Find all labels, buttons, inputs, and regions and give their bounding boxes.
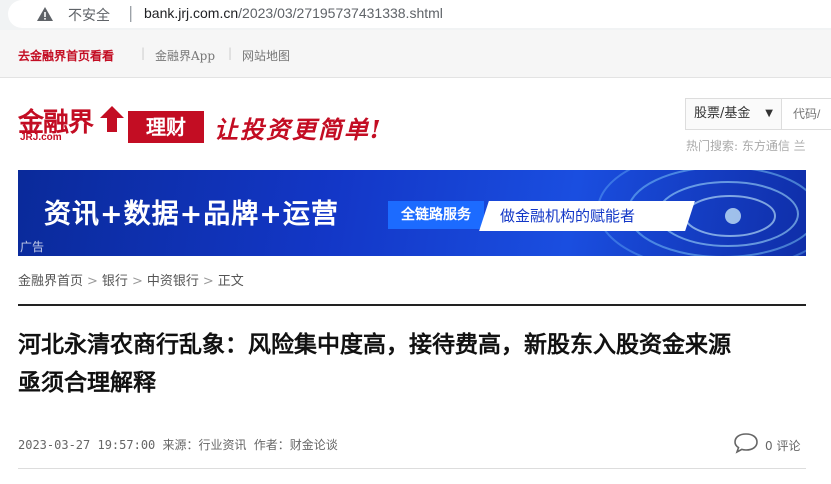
jrj-logo[interactable]: 金融界 JRJ.com	[18, 102, 124, 148]
breadcrumb-current: 正文	[217, 274, 244, 289]
chevron-right-icon: >	[87, 274, 98, 289]
hot-search[interactable]: 热门搜索: 东方通信 兰	[686, 137, 806, 154]
nav-link-app[interactable]: 金融界App	[155, 47, 215, 64]
site-top-nav: 去金融界首页看看 | 金融界App | 网站地图	[0, 30, 831, 78]
publish-time: 2023-03-27 19:57:00	[18, 438, 156, 452]
ad-banner[interactable]: 资讯+数据+品牌+运营 全链路服务 做金融机构的赋能者 广告	[18, 170, 806, 256]
author-name: 财金论谈	[289, 438, 338, 452]
article-title-line1: 河北永清农商行乱象：风险集中度高，接待费高，新股东入股资金来源	[18, 332, 731, 358]
breadcrumb-home[interactable]: 金融界首页	[18, 274, 83, 289]
divider	[18, 468, 806, 469]
author-label: 作者：	[253, 438, 290, 452]
source-name: 行业资讯	[198, 438, 247, 452]
nav-link-homepage[interactable]: 去金融界首页看看	[18, 47, 114, 64]
banner-badge: 全链路服务	[388, 201, 484, 229]
source-label: 来源：	[162, 438, 199, 452]
browser-address-bar: 不安全 | bank.jrj.com.cn/2023/03/2719573743…	[0, 0, 831, 30]
search-type-value: 股票/基金	[694, 106, 751, 121]
comment-bubble-icon	[734, 433, 758, 454]
omnibox[interactable]: 不安全 | bank.jrj.com.cn/2023/03/2719573743…	[8, 0, 831, 28]
search-box: 股票/基金 ▼	[685, 98, 831, 130]
slogan: 让投资更简单!	[214, 115, 383, 144]
url-host: bank.jrj.com.cn	[144, 5, 239, 21]
warning-icon[interactable]	[36, 5, 54, 23]
nav-divider: |	[228, 46, 233, 60]
nav-link-sitemap[interactable]: 网站地图	[242, 47, 290, 64]
comment-count-label: 评论	[776, 439, 801, 453]
search-input[interactable]	[783, 99, 831, 129]
url-path: /2023/03/27195737431338.shtml	[238, 5, 443, 21]
search-type-select[interactable]: 股票/基金 ▼	[686, 99, 782, 129]
breadcrumb: 金融界首页 > 银行 > 中资银行 > 正文	[18, 270, 244, 289]
article-meta: 2023-03-27 19:57:00 来源：行业资讯 作者：财金论谈	[18, 436, 338, 453]
chevron-right-icon: >	[131, 274, 143, 289]
logo-arrow-icon	[100, 106, 124, 132]
address-divider: |	[128, 3, 134, 22]
chevron-down-icon: ▼	[765, 108, 773, 119]
breadcrumb-domestic-bank[interactable]: 中资银行	[147, 274, 199, 289]
article-title-line2: 亟须合理解释	[18, 370, 156, 396]
divider	[18, 304, 806, 306]
banner-tagline: 做金融机构的赋能者	[479, 201, 695, 231]
logo-en-text: JRJ.com	[20, 132, 62, 143]
breadcrumb-bank[interactable]: 银行	[102, 274, 128, 289]
comment-count-number: 0	[765, 439, 773, 453]
banner-headline: 资讯+数据+品牌+运营	[44, 199, 339, 230]
nav-divider: |	[141, 46, 146, 60]
channel-badge[interactable]: 理财	[128, 111, 204, 143]
article-title: 河北永清农商行乱象：风险集中度高，接待费高，新股东入股资金来源 亟须合理解释	[18, 326, 818, 402]
comment-count: 0 评论	[765, 437, 800, 454]
banner-tagline-text: 做金融机构的赋能者	[500, 207, 636, 225]
ad-label: 广告	[20, 240, 45, 254]
chevron-right-icon: >	[202, 274, 214, 289]
security-status[interactable]: 不安全	[68, 5, 110, 25]
url-text[interactable]: bank.jrj.com.cn/2023/03/27195737431338.s…	[144, 5, 443, 21]
